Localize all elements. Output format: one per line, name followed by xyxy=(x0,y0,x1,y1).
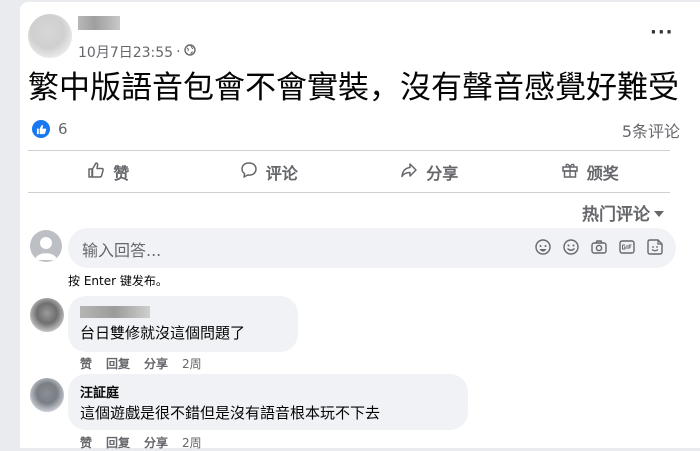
post-text: 繁中版語音包會不會實裝，沒有聲音感覺好難受 xyxy=(28,70,679,106)
comment-input-placeholder: 输入回答... xyxy=(82,241,162,260)
gift-icon xyxy=(561,161,579,183)
comment-share-button[interactable]: 分享 xyxy=(144,355,168,372)
gif-icon[interactable] xyxy=(618,238,636,256)
comment-time[interactable]: 2周 xyxy=(182,434,202,451)
meta-separator: · xyxy=(176,44,181,60)
comment-bubble: 台日雙修就沒這個問題了 xyxy=(68,296,298,352)
like-reaction-icon[interactable] xyxy=(32,120,50,138)
more-options-button[interactable]: ··· xyxy=(650,22,674,43)
like-count[interactable]: 6 xyxy=(58,120,68,138)
comment-reply-button[interactable]: 回复 xyxy=(106,434,130,451)
comment-icon xyxy=(240,161,258,183)
comments-count-link[interactable]: 5条评论 xyxy=(622,118,680,142)
comment-share-button[interactable]: 分享 xyxy=(144,434,168,451)
comment-time[interactable]: 2周 xyxy=(182,355,202,372)
share-button-label: 分享 xyxy=(426,164,459,183)
commenter-avatar[interactable] xyxy=(30,298,64,332)
comment-like-button[interactable]: 赞 xyxy=(80,355,92,372)
composer-hint: 按 Enter 键发布。 xyxy=(68,274,168,288)
author-avatar[interactable] xyxy=(28,14,72,58)
share-icon xyxy=(400,161,418,183)
current-user-avatar[interactable] xyxy=(30,230,62,262)
comment-input[interactable]: 输入回答... xyxy=(68,228,676,268)
comment-like-button[interactable]: 赞 xyxy=(80,434,92,451)
award-button[interactable]: 颁奖 xyxy=(510,152,671,192)
sticker-icon[interactable] xyxy=(534,238,552,256)
comment-reply-button[interactable]: 回复 xyxy=(106,355,130,372)
comment-text: 這個遊戲是很不錯但是沒有語音根本玩不下去 xyxy=(80,404,381,422)
thumbs-up-icon xyxy=(87,161,105,183)
comment-actions: 赞 回复 分享 2周 xyxy=(80,434,202,451)
award-button-label: 颁奖 xyxy=(586,164,619,183)
comment-text: 台日雙修就沒這個問題了 xyxy=(80,324,246,342)
share-button[interactable]: 分享 xyxy=(349,152,510,192)
comment-button[interactable]: 评论 xyxy=(189,152,350,192)
comment-actions: 赞 回复 分享 2周 xyxy=(80,355,202,372)
like-button[interactable]: 赞 xyxy=(28,152,189,192)
avatar-sticker-icon[interactable] xyxy=(646,238,664,256)
like-button-label: 赞 xyxy=(113,164,130,183)
camera-icon[interactable] xyxy=(590,238,608,256)
divider xyxy=(28,150,670,151)
comment-sort-dropdown[interactable]: 热门评论 xyxy=(582,200,664,225)
post-timestamp[interactable]: 10月7日23:55 xyxy=(78,42,173,62)
commenter-name[interactable]: 汪証庭 xyxy=(80,382,119,401)
comment-button-label: 评论 xyxy=(265,164,298,183)
caret-down-icon xyxy=(654,203,664,223)
author-name-redacted[interactable] xyxy=(78,16,120,30)
commenter-avatar[interactable] xyxy=(30,378,64,412)
comment-bubble: 汪証庭 這個遊戲是很不錯但是沒有語音根本玩不下去 xyxy=(68,374,468,430)
commenter-name-redacted[interactable] xyxy=(80,306,150,318)
sort-label: 热门评论 xyxy=(582,205,650,225)
globe-icon xyxy=(183,44,196,60)
post-card: 10月7日23:55 · ··· 繁中版語音包會不會實裝，沒有聲音感覺好難受 6… xyxy=(20,2,700,451)
action-bar: 赞 评论 分享 颁奖 xyxy=(28,152,670,192)
post-meta: 10月7日23:55 · xyxy=(78,42,196,62)
emoji-icon[interactable] xyxy=(562,238,580,256)
divider xyxy=(28,192,670,193)
composer-toolbar xyxy=(534,238,664,256)
